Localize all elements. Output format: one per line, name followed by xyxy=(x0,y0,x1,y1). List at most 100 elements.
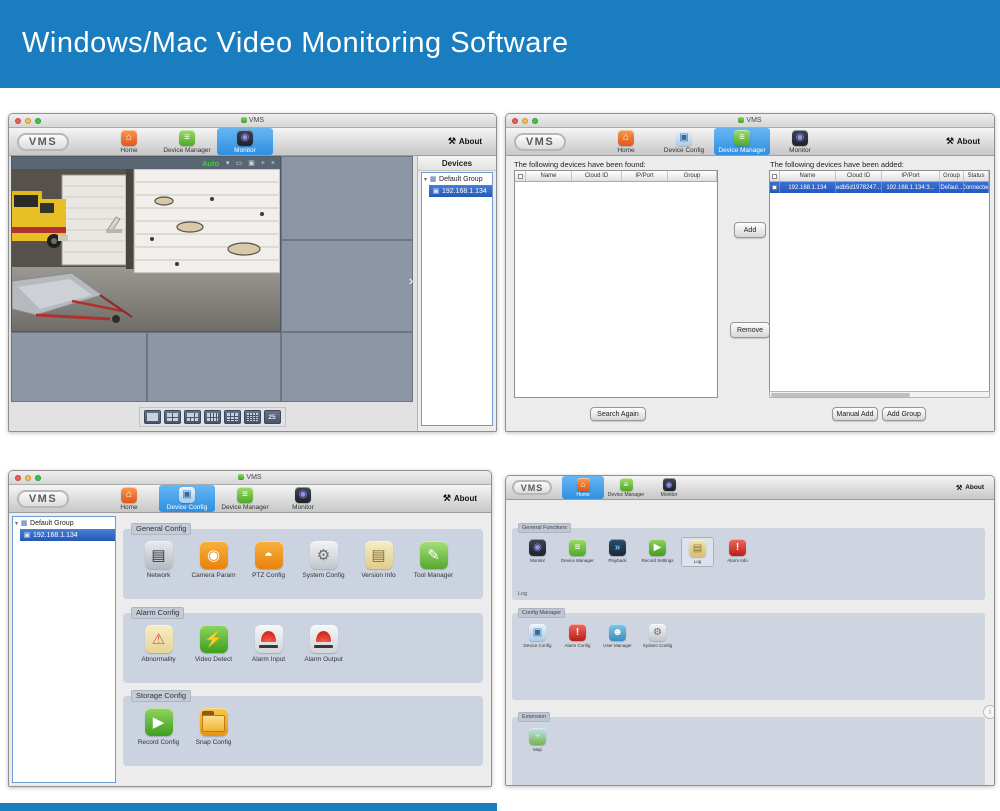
column-header[interactable]: Cloud ID xyxy=(836,171,882,181)
window-controls[interactable] xyxy=(512,117,538,124)
tab-device-config[interactable]: ▣ Device Config xyxy=(159,485,215,512)
layout-1-button[interactable] xyxy=(143,410,161,424)
remove-button[interactable]: Remove xyxy=(730,322,770,338)
tab-device-manager[interactable]: ≡ Device Manager xyxy=(714,128,770,155)
config-item-record-config[interactable]: ▶ Record Config xyxy=(135,708,182,746)
stream-mode-label[interactable]: Auto xyxy=(202,159,219,168)
home-item-log[interactable]: ▤ Log xyxy=(681,537,714,567)
tab-monitor[interactable]: ◉ Monitor xyxy=(217,128,273,155)
close-window-button[interactable] xyxy=(512,117,518,124)
tab-monitor[interactable]: ◉ Monitor xyxy=(648,476,690,499)
config-item-network[interactable]: ▤ Network xyxy=(135,541,182,579)
added-devices-table[interactable]: Name Cloud ID IP/Port Group Status 192.1… xyxy=(769,170,990,398)
layout-9-button[interactable] xyxy=(223,410,241,424)
tab-home[interactable]: ⌂ Home xyxy=(101,485,157,512)
tree-expand-icon[interactable]: ▾ xyxy=(424,176,427,183)
snapshot-icon[interactable]: ▣ xyxy=(248,160,255,167)
tab-device-manager[interactable]: ≡ Device Manager xyxy=(159,128,215,155)
tab-device-manager[interactable]: ≡ Device Manager xyxy=(605,476,647,499)
panel-collapse-arrow[interactable]: › xyxy=(406,268,416,292)
column-header[interactable]: Group xyxy=(668,171,717,181)
minimize-window-button[interactable] xyxy=(522,117,528,124)
tree-item-default-group[interactable]: ▾ ▦ Default Group xyxy=(13,517,115,529)
select-all-checkbox[interactable] xyxy=(772,173,777,179)
collapse-handle[interactable]: i xyxy=(983,705,994,719)
layout-25-button[interactable]: 25 xyxy=(263,410,281,424)
config-item-system-config[interactable]: ⚙ System Config xyxy=(300,541,347,579)
home-item-playback[interactable]: » Playback xyxy=(601,537,634,567)
tree-item-default-group[interactable]: ▾ ▦ Default Group xyxy=(422,173,492,185)
layout-16-button[interactable] xyxy=(243,410,261,424)
layout-4-button[interactable] xyxy=(163,410,181,424)
config-item-camera-param[interactable]: ◉ Camera Param xyxy=(190,541,237,579)
tab-device-config[interactable]: ▣ Device Config xyxy=(656,128,712,155)
search-again-button[interactable]: Search Again xyxy=(590,407,646,421)
column-header[interactable]: Name xyxy=(526,171,572,181)
video-cell-empty[interactable] xyxy=(281,240,413,332)
column-header[interactable]: Status xyxy=(964,171,989,181)
video-cell-active[interactable]: Auto ▾ ▭ ▣ + × xyxy=(11,156,281,332)
minimize-window-button[interactable] xyxy=(25,474,31,481)
found-devices-table[interactable]: Name Cloud ID IP/Port Group xyxy=(514,170,718,398)
config-item-abnormality[interactable]: ⚠ Abnormality xyxy=(135,625,182,663)
tree-expand-icon[interactable]: ▾ xyxy=(15,520,18,527)
home-item-monitor[interactable]: ◉ Monitor xyxy=(521,537,554,567)
home-item-user-manager[interactable]: ☻ User Manager xyxy=(601,622,634,650)
window-controls[interactable] xyxy=(15,474,41,481)
stream-dropdown-icon[interactable]: ▾ xyxy=(226,160,230,167)
minimize-window-button[interactable] xyxy=(25,117,31,124)
add-stream-icon[interactable]: + xyxy=(261,160,265,167)
layout-6-button[interactable] xyxy=(183,410,201,424)
video-cell-empty[interactable] xyxy=(281,156,413,240)
video-cell-empty[interactable] xyxy=(147,332,281,402)
config-item-tool-manager[interactable]: ✎ Tool Manager xyxy=(410,541,457,579)
add-button[interactable]: Add xyxy=(734,222,766,238)
config-item-alarm-output[interactable]: Alarm Output xyxy=(300,625,347,663)
about-button[interactable]: ⚒ About xyxy=(946,136,980,147)
about-button[interactable]: ⚒ About xyxy=(956,484,984,492)
close-window-button[interactable] xyxy=(15,474,21,481)
home-item-system-config[interactable]: ⚙ System Config xyxy=(641,622,674,650)
about-button[interactable]: ⚒ About xyxy=(448,136,482,147)
layout-8-button[interactable] xyxy=(203,410,221,424)
manual-add-button[interactable]: Manual Add xyxy=(832,407,878,421)
tab-home[interactable]: ⌂ Home xyxy=(598,128,654,155)
video-cell-empty[interactable] xyxy=(281,332,413,402)
home-item-device-manager[interactable]: ≡ Device Manager xyxy=(561,537,594,567)
zoom-window-button[interactable] xyxy=(35,474,41,481)
about-button[interactable]: ⚒ About xyxy=(443,493,477,504)
tab-monitor[interactable]: ◉ Monitor xyxy=(275,485,331,512)
zoom-window-button[interactable] xyxy=(35,117,41,124)
tab-home[interactable]: ⌂ Home xyxy=(101,128,157,155)
stream-icon[interactable]: ▭ xyxy=(236,160,243,167)
config-item-snap-config[interactable]: Snap Config xyxy=(190,708,237,746)
home-item-device-config[interactable]: ▣ Device Config xyxy=(521,622,554,650)
tree-item-device[interactable]: ▣ 192.168.1.134 xyxy=(20,529,115,541)
zoom-window-button[interactable] xyxy=(532,117,538,124)
table-row-selected[interactable]: 192.168.1.134 edb5d1978247... 192.168.1.… xyxy=(770,182,989,193)
home-item-map[interactable]: + Map xyxy=(521,726,554,754)
column-header[interactable]: Name xyxy=(780,171,836,181)
horizontal-scrollbar[interactable] xyxy=(769,391,990,398)
video-cell-empty[interactable] xyxy=(11,332,147,402)
home-item-alarm-info[interactable]: ! Alarm Info xyxy=(721,537,754,567)
config-item-video-detect[interactable]: ⚡ Video Detect xyxy=(190,625,237,663)
config-item-ptz-config[interactable]: ◓ PTZ Config xyxy=(245,541,292,579)
select-all-checkbox[interactable] xyxy=(517,173,523,179)
config-item-alarm-input[interactable]: Alarm Input xyxy=(245,625,292,663)
close-window-button[interactable] xyxy=(15,117,21,124)
column-header[interactable]: Group xyxy=(940,171,964,181)
add-group-button[interactable]: Add Group xyxy=(882,407,926,421)
tab-home[interactable]: ⌂ Home xyxy=(562,476,604,499)
tab-monitor[interactable]: ◉ Monitor xyxy=(772,128,828,155)
config-item-version-info[interactable]: ▤ Version Info xyxy=(355,541,402,579)
column-header[interactable]: Cloud ID xyxy=(572,171,622,181)
column-header[interactable]: IP/Port xyxy=(622,171,668,181)
tree-item-device[interactable]: ▣ 192.168.1.134 xyxy=(429,185,492,197)
window-controls[interactable] xyxy=(15,117,41,124)
home-item-alarm-config[interactable]: ! Alarm Config xyxy=(561,622,594,650)
row-checkbox[interactable] xyxy=(772,185,777,190)
close-stream-icon[interactable]: × xyxy=(271,160,275,167)
tab-device-manager[interactable]: ≡ Device Manager xyxy=(217,485,273,512)
home-item-record-settings[interactable]: ▶ Record Settings xyxy=(641,537,674,567)
